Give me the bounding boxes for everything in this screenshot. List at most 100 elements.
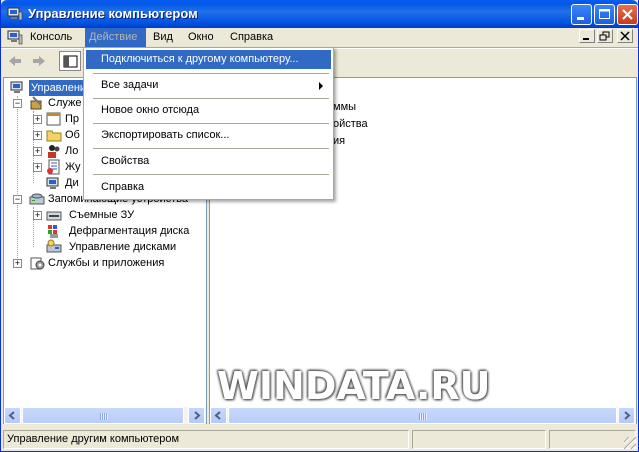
child-restore-button[interactable]: [597, 29, 613, 43]
close-icon: [620, 31, 630, 41]
maximize-button[interactable]: [594, 4, 615, 25]
back-arrow-icon: [9, 56, 21, 66]
expand-toggle[interactable]: +: [33, 115, 42, 124]
calendar-icon: [46, 112, 61, 126]
menu-action[interactable]: Действие: [85, 28, 146, 47]
show-hide-tree-button[interactable]: [59, 51, 81, 71]
services-apps-icon: [30, 257, 45, 270]
tree-item-disk-management[interactable]: Управление дисками: [46, 239, 196, 255]
menu-item-export[interactable]: Экспортировать список...: [86, 126, 331, 145]
minimize-icon: [583, 38, 589, 40]
defrag-icon: [48, 225, 58, 238]
tree-item-label: Ди: [65, 177, 79, 189]
expand-toggle[interactable]: +: [13, 259, 22, 268]
forward-arrow-icon: [33, 56, 45, 66]
forward-button[interactable]: [28, 51, 50, 71]
device-manager-icon: [46, 177, 59, 189]
status-text: Управление другим компьютером: [3, 430, 409, 449]
menu-help[interactable]: Справка: [226, 28, 277, 47]
menu-item-help[interactable]: Справка: [86, 178, 331, 197]
tree-item-child[interactable]: Ди: [46, 175, 86, 191]
scroll-right-button[interactable]: [618, 407, 635, 424]
close-button[interactable]: [617, 4, 638, 25]
tree-item-label: Пр: [65, 113, 80, 125]
minimize-button[interactable]: [571, 4, 592, 25]
action-menu-dropdown: Подключиться к другому компьютеру... Все…: [83, 47, 334, 200]
tree-item-defrag[interactable]: Дефрагментация диска: [46, 223, 196, 239]
tree-item-child[interactable]: Об: [46, 127, 86, 143]
collapse-toggle[interactable]: −: [13, 195, 22, 204]
menu-separator: [93, 123, 329, 124]
maximize-icon: [599, 9, 610, 19]
tree-horizontal-scrollbar[interactable]: [4, 407, 206, 424]
tree-item-label: Об: [65, 129, 80, 141]
close-icon: [622, 9, 633, 20]
users-icon: [48, 145, 60, 158]
submenu-arrow-icon: [319, 82, 323, 90]
computer-icon: [10, 81, 23, 93]
scroll-right-button[interactable]: [188, 407, 205, 424]
restore-icon: [599, 31, 610, 41]
tree-item-label: Жу: [65, 161, 81, 173]
tools-icon: [30, 96, 42, 110]
disk-management-icon: [46, 239, 62, 253]
status-bar: Управление другим компьютером: [1, 428, 638, 451]
back-button[interactable]: [4, 51, 26, 71]
menu-separator: [93, 98, 329, 99]
menu-separator: [93, 174, 329, 175]
menu-view[interactable]: Вид: [149, 28, 177, 47]
menu-console[interactable]: Консоль: [26, 28, 76, 47]
minimize-icon: [577, 17, 584, 20]
window-title: Управление компьютером: [28, 6, 198, 21]
details-item[interactable]: ммы: [333, 101, 356, 113]
child-minimize-button[interactable]: [579, 29, 595, 43]
menu-item-new-window[interactable]: Новое окно отсюда: [86, 101, 331, 120]
expand-toggle[interactable]: +: [33, 131, 42, 140]
tree-item-label: Служе: [48, 97, 82, 109]
menu-separator: [93, 148, 329, 149]
removable-storage-icon: [46, 211, 62, 221]
status-cell-empty: [412, 430, 546, 449]
chevron-left-icon: [8, 411, 15, 420]
watermark: WINDATA.RU: [217, 364, 491, 408]
tree-item-child[interactable]: Жу: [46, 159, 86, 175]
details-item[interactable]: ойства: [333, 118, 368, 130]
title-bar[interactable]: Управление компьютером: [1, 0, 638, 28]
tree-item-child[interactable]: Ло: [46, 143, 86, 159]
computer-management-icon: [7, 7, 23, 21]
menu-window[interactable]: Окно: [184, 28, 218, 47]
expand-toggle[interactable]: +: [33, 211, 42, 220]
scroll-left-button[interactable]: [210, 407, 227, 424]
child-close-button[interactable]: [617, 29, 633, 43]
menu-item-label: Все задачи: [101, 79, 159, 91]
menu-item-all-tasks[interactable]: Все задачи: [86, 76, 331, 95]
collapse-toggle[interactable]: −: [13, 99, 22, 108]
log-icon: [47, 159, 60, 175]
expand-toggle[interactable]: +: [33, 163, 42, 172]
tree-item-label: Управление дисками: [69, 241, 177, 253]
tree-item-removable[interactable]: Съемные ЗУ: [46, 207, 166, 223]
details-item[interactable]: ия: [333, 135, 345, 147]
tree-item-label: Ло: [65, 145, 79, 157]
expand-toggle[interactable]: +: [33, 147, 42, 156]
console-icon[interactable]: [7, 30, 23, 45]
app-window: Управление компьютером Консоль Действие …: [0, 0, 639, 452]
resize-grip[interactable]: [624, 437, 636, 449]
details-horizontal-scrollbar[interactable]: [210, 407, 636, 424]
tree-item-child[interactable]: Пр: [46, 111, 86, 127]
storage-icon: [29, 193, 45, 205]
scroll-thumb[interactable]: [22, 407, 184, 424]
tree-item-services-apps[interactable]: Службы и приложения: [29, 255, 199, 271]
menu-separator: [93, 73, 329, 74]
chevron-left-icon: [214, 411, 221, 420]
menu-item-connect[interactable]: Подключиться к другому компьютеру...: [86, 50, 331, 69]
folder-icon: [46, 130, 62, 142]
console-tree-icon: [63, 55, 78, 68]
tree-item-label: Дефрагментация диска: [69, 225, 190, 237]
status-cell-empty: [549, 430, 636, 449]
tree-item-label: Службы и приложения: [48, 257, 165, 269]
scroll-thumb[interactable]: [228, 407, 617, 424]
chevron-right-icon: [194, 411, 201, 420]
scroll-left-button[interactable]: [4, 407, 21, 424]
menu-item-properties[interactable]: Свойства: [86, 152, 331, 171]
